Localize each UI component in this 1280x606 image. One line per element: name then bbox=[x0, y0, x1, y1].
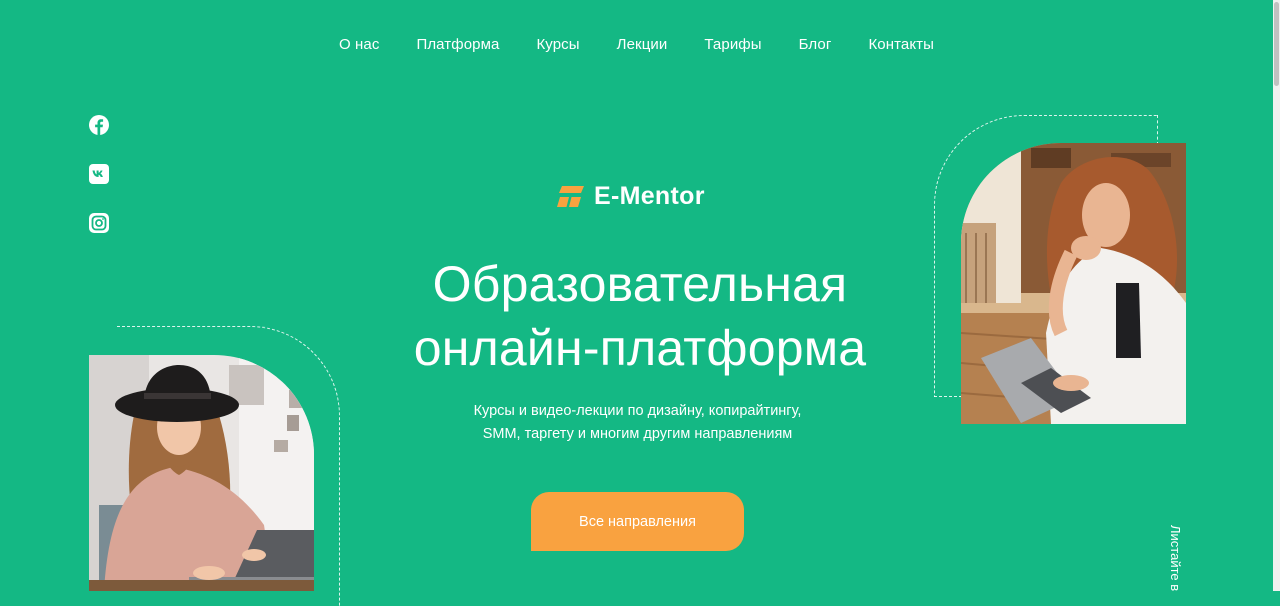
nav-item-contacts[interactable]: Контакты bbox=[868, 36, 934, 53]
main-nav: О нас Платформа Курсы Лекции Тарифы Блог… bbox=[0, 36, 1273, 53]
page-scrollbar[interactable] bbox=[1273, 0, 1280, 591]
brand-logo[interactable]: E-Mentor bbox=[557, 182, 705, 211]
nav-item-lectures[interactable]: Лекции bbox=[617, 36, 668, 53]
hero-title-line1: Образовательная bbox=[432, 256, 848, 312]
brand-name: E-Mentor bbox=[594, 182, 705, 210]
hero-subtitle: Курсы и видео-лекции по дизайну, копирай… bbox=[400, 400, 875, 446]
nav-item-pricing[interactable]: Тарифы bbox=[704, 36, 761, 53]
all-directions-button[interactable]: Все направления bbox=[531, 492, 744, 551]
right-dashed-frame-edge bbox=[1157, 115, 1159, 145]
scrollbar-thumb[interactable] bbox=[1274, 2, 1279, 86]
e-mentor-logo-icon bbox=[557, 185, 584, 207]
nav-item-blog[interactable]: Блог bbox=[799, 36, 832, 53]
nav-item-about[interactable]: О нас bbox=[339, 36, 379, 53]
nav-item-courses[interactable]: Курсы bbox=[536, 36, 579, 53]
vk-icon[interactable] bbox=[89, 164, 109, 184]
curly-woman-with-laptop-image bbox=[961, 143, 1186, 424]
social-links bbox=[89, 115, 109, 233]
hero-subtitle-line2: SMM, таргету и многим другим направления… bbox=[482, 426, 793, 442]
woman-with-laptop-image bbox=[89, 355, 314, 591]
facebook-icon[interactable] bbox=[89, 115, 109, 135]
instagram-icon[interactable] bbox=[89, 213, 109, 233]
hero-title-line2: онлайн-платформа bbox=[413, 320, 867, 376]
hero-title: Образовательная онлайн-платформа bbox=[340, 252, 940, 380]
student-photo-right bbox=[961, 143, 1186, 424]
scroll-hint: Листайте в bbox=[1168, 525, 1183, 592]
nav-item-platform[interactable]: Платформа bbox=[416, 36, 499, 53]
hero-subtitle-line1: Курсы и видео-лекции по дизайну, копирай… bbox=[473, 403, 802, 419]
student-photo-left bbox=[89, 355, 314, 591]
right-dashed-frame-bottom bbox=[934, 396, 962, 398]
